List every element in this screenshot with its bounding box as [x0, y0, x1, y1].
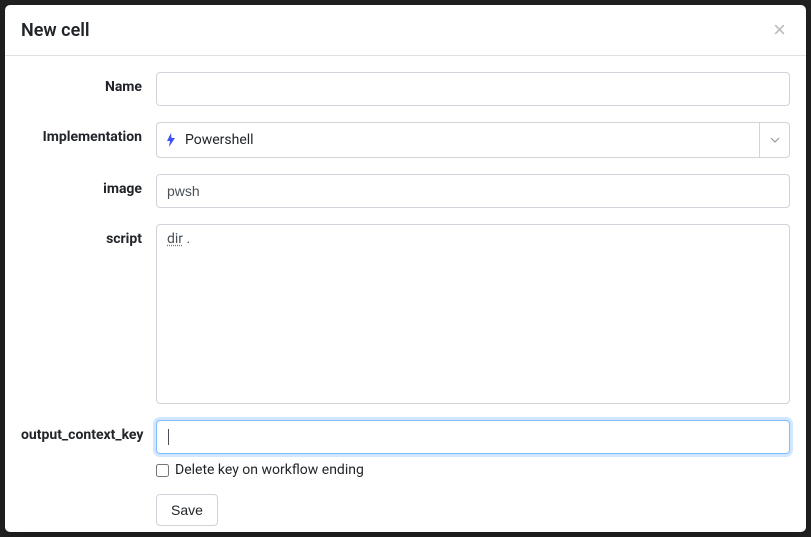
modal-title: New cell: [21, 20, 90, 41]
lightning-icon: [165, 133, 177, 147]
delete-key-checkbox-row[interactable]: Delete key on workflow ending: [156, 462, 790, 478]
new-cell-modal: New cell × Name Implementation Powers: [5, 5, 806, 532]
implementation-value: Powershell: [179, 132, 759, 148]
modal-body: Name Implementation Powershell: [5, 56, 806, 532]
row-script: script dir .: [21, 224, 790, 404]
modal-header: New cell ×: [5, 5, 806, 56]
close-button[interactable]: ×: [769, 19, 790, 41]
row-output-context-key: output_context_key: [21, 420, 790, 454]
label-script: script: [21, 224, 156, 247]
label-output-context-key: output_context_key: [21, 420, 156, 443]
row-delete-key: Delete key on workflow ending: [21, 462, 790, 478]
label-name: Name: [21, 72, 156, 95]
delete-key-label: Delete key on workflow ending: [175, 462, 364, 478]
row-save: Save: [21, 494, 790, 526]
close-icon: ×: [773, 17, 786, 42]
row-implementation: Implementation Powershell: [21, 122, 790, 158]
label-image: image: [21, 174, 156, 197]
script-word: dir: [167, 231, 183, 247]
script-rest: .: [183, 231, 190, 247]
delete-key-checkbox[interactable]: [156, 464, 169, 477]
script-textarea[interactable]: dir .: [156, 224, 790, 404]
output-context-key-input[interactable]: [156, 420, 790, 454]
save-button[interactable]: Save: [156, 494, 218, 526]
row-name: Name: [21, 72, 790, 106]
image-input[interactable]: [156, 174, 790, 208]
text-cursor: [168, 429, 169, 445]
row-image: image: [21, 174, 790, 208]
chevron-down-icon: [759, 123, 789, 157]
name-input[interactable]: [156, 72, 790, 106]
label-implementation: Implementation: [21, 122, 156, 145]
implementation-select[interactable]: Powershell: [156, 122, 790, 158]
